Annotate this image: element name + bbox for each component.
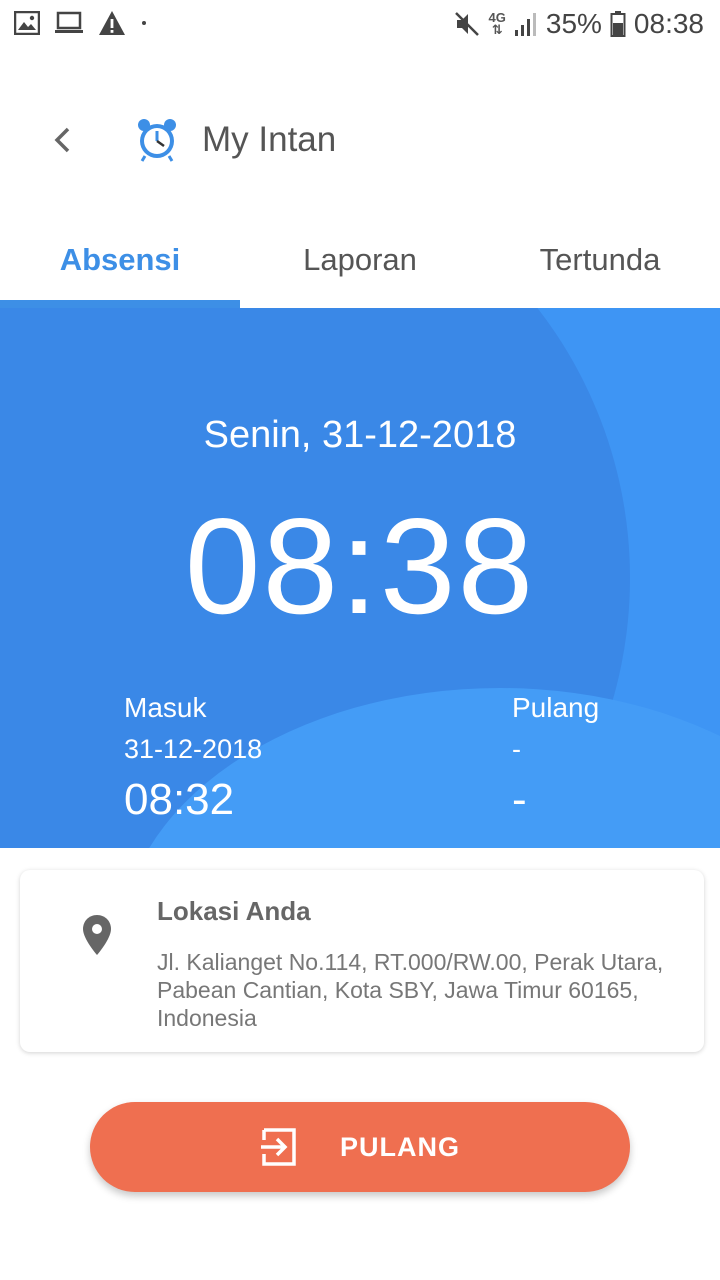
system-status: 4G ⇅ 35% 08:38 [453, 8, 704, 40]
chevron-left-icon [54, 127, 70, 153]
dot-icon [142, 21, 146, 25]
exit-icon [261, 1128, 296, 1166]
check-out-label: Pulang [512, 692, 600, 723]
status-bar: 4G ⇅ 35% 08:38 [0, 0, 720, 50]
tab-bar: Absensi Laporan Tertunda [0, 222, 720, 308]
check-out-date: - [512, 734, 521, 764]
signal-icon [514, 13, 536, 36]
tab-indicator [0, 300, 240, 308]
data-arrows-icon: ⇅ [491, 22, 503, 37]
network-type: 4G ⇅ [489, 11, 506, 37]
back-button[interactable] [40, 110, 84, 170]
location-pin-icon [83, 915, 111, 955]
check-out-button[interactable]: PULANG [90, 1102, 630, 1192]
page-title: My Intan [202, 120, 337, 159]
mute-icon [454, 12, 479, 36]
check-out-info: Pulang - - [512, 692, 599, 825]
check-in-info: Masuk 31-12-2018 08:32 [124, 692, 262, 825]
attendance-panel: Senin, 31-12-2018 08:38 Masuk 31-12-2018… [0, 308, 720, 848]
location-address: Jl. Kalianget No.114, RT.000/RW.00, Pera… [157, 949, 664, 1031]
check-in-time: 08:32 [124, 775, 235, 824]
check-in-label: Masuk [124, 692, 207, 723]
battery-percent: 35% [545, 8, 602, 39]
check-out-time: - [512, 775, 527, 824]
tab-laporan[interactable]: Laporan [240, 222, 480, 308]
check-out-label: PULANG [340, 1131, 460, 1162]
notification-icons [14, 10, 148, 36]
location-card: Lokasi Anda Jl. Kalianget No.114, RT.000… [20, 870, 704, 1052]
tab-absensi[interactable]: Absensi [0, 222, 240, 308]
status-time: 08:38 [633, 8, 704, 39]
location-title: Lokasi Anda [157, 896, 311, 926]
current-time: 08:38 [184, 490, 536, 642]
battery-icon [610, 11, 626, 37]
app-bar: My Intan [0, 90, 720, 190]
tab-tertunda[interactable]: Tertunda [480, 222, 720, 308]
check-in-date: 31-12-2018 [124, 734, 263, 764]
warning-icon [99, 11, 125, 35]
gallery-icon [14, 11, 40, 35]
current-date: Senin, 31-12-2018 [203, 414, 517, 456]
laptop-icon [55, 11, 83, 33]
alarm-clock-icon [138, 119, 176, 162]
